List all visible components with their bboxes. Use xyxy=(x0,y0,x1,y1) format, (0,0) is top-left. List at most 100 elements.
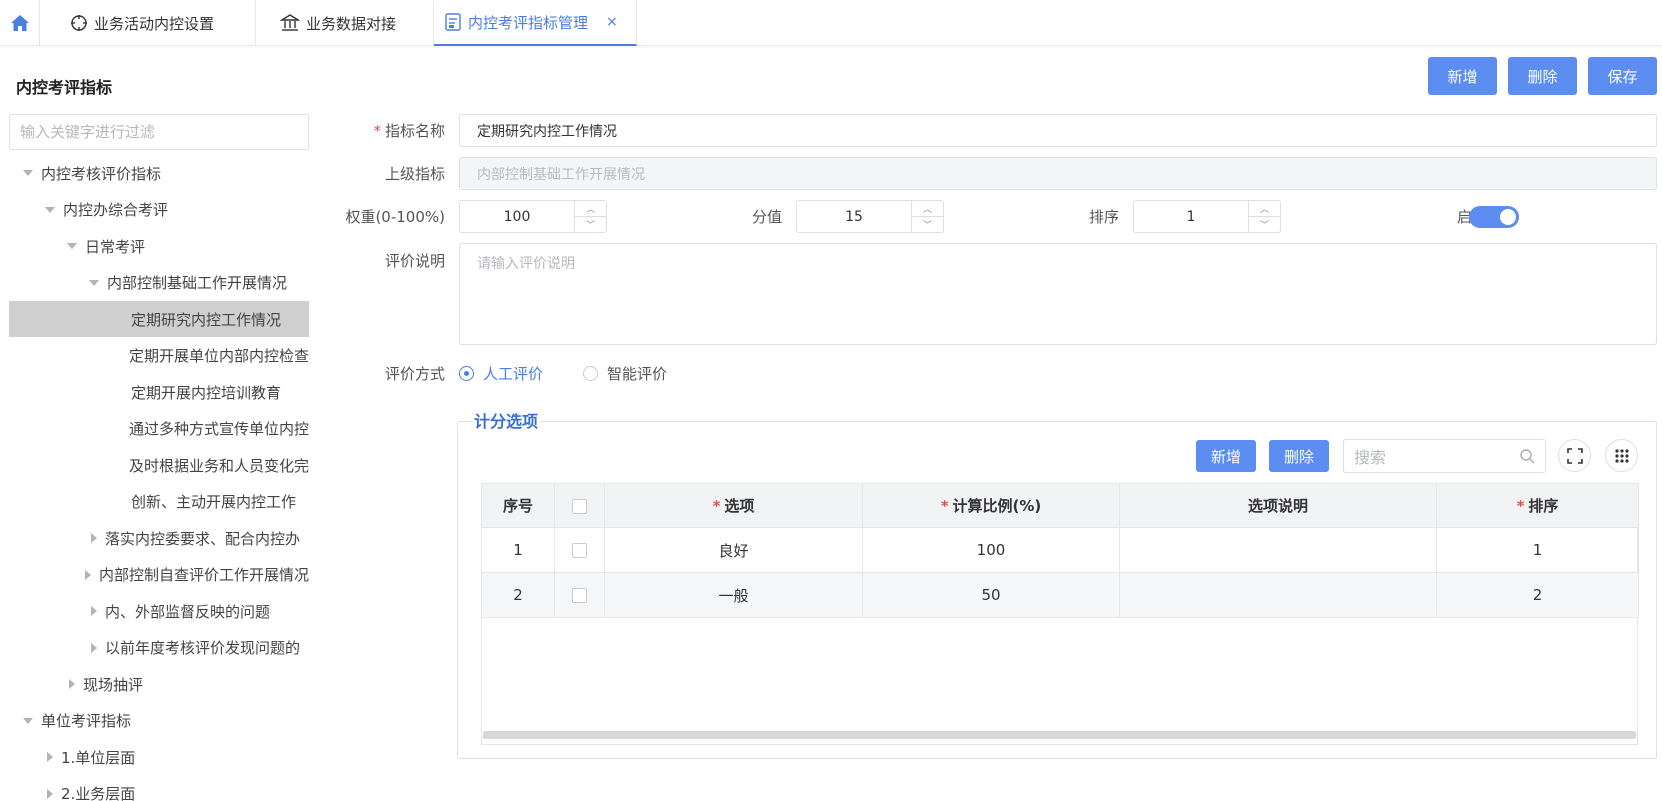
chevron-down-icon[interactable]: ﹀ xyxy=(575,217,606,232)
home-tab[interactable] xyxy=(0,0,40,46)
order-stepper[interactable]: 1 ︿ ﹀ xyxy=(1133,200,1281,233)
tree-node-label: 定期研究内控工作情况 xyxy=(131,310,282,329)
fullscreen-button[interactable] xyxy=(1558,439,1591,472)
caret-right-icon[interactable] xyxy=(69,679,75,689)
cell-order[interactable]: 1 xyxy=(1436,527,1639,573)
order-value: 1 xyxy=(1186,208,1196,225)
tree-node[interactable]: 内控办综合考评 xyxy=(9,192,309,228)
tree-node[interactable]: 定期研究内控工作情况 xyxy=(9,301,309,337)
tree-node-label: 以前年度考核评价发现问题的 xyxy=(105,639,301,657)
home-icon xyxy=(10,15,29,31)
weight-stepper[interactable]: 100 ︿ ﹀ xyxy=(459,200,607,233)
scoring-add-button[interactable]: 新增 xyxy=(1196,440,1256,472)
select-all-checkbox[interactable] xyxy=(572,498,587,514)
column-header-select xyxy=(554,483,605,528)
caret-down-icon[interactable] xyxy=(89,279,99,286)
tree-node-label: 日常考评 xyxy=(85,237,146,256)
caret-right-icon[interactable] xyxy=(84,569,91,580)
chevron-up-icon[interactable]: ︿ xyxy=(912,201,943,217)
row-checkbox[interactable] xyxy=(572,543,587,558)
sidebar-title: 内控考评指标 xyxy=(16,78,113,97)
tab-business-activity-settings[interactable]: 业务活动内控设置 xyxy=(60,0,256,46)
chevron-up-icon[interactable]: ︿ xyxy=(575,201,606,217)
caret-down-icon[interactable] xyxy=(67,243,77,249)
caret-right-icon[interactable] xyxy=(91,606,97,616)
cell-ratio[interactable]: 50 xyxy=(862,572,1120,618)
report-icon xyxy=(445,13,461,31)
scoring-options-table: 序号 * 选项 * 计算比例(%) 选项说明 * 排序 1 良好 100 1 2 一般… xyxy=(481,483,1639,618)
search-icon xyxy=(1520,448,1535,463)
scoring-search-input[interactable]: 搜索 xyxy=(1343,439,1546,473)
fullscreen-icon xyxy=(1566,447,1583,464)
tree-node[interactable]: 创新、主动开展内控工作 xyxy=(9,484,309,520)
tree-node[interactable]: 内控考核评价指标 xyxy=(9,155,309,191)
radio-dot xyxy=(459,366,474,381)
tree-node[interactable]: 内部控制基础工作开展情况 xyxy=(9,265,309,301)
cell-select xyxy=(554,572,605,618)
tree-node[interactable]: 2.业务层面 xyxy=(9,776,309,801)
weight-label: 权重(0-100%) xyxy=(345,208,445,226)
cell-description[interactable] xyxy=(1119,572,1437,618)
tree-node-label: 内、外部监督反映的问题 xyxy=(105,602,271,621)
tree-node-label: 定期开展单位内部内控检查 xyxy=(128,347,309,365)
tree-node[interactable]: 现场抽评 xyxy=(9,666,309,702)
cell-option[interactable]: 良好 xyxy=(604,527,863,573)
tree-node[interactable]: 以前年度考核评价发现问题的 xyxy=(9,630,309,666)
caret-down-icon[interactable] xyxy=(23,717,33,724)
toggle-knob xyxy=(1500,209,1516,225)
chevron-up-icon[interactable]: ︿ xyxy=(1249,201,1280,217)
score-stepper[interactable]: 15 ︿ ﹀ xyxy=(796,200,944,233)
tree-node[interactable]: 内部控制自查评价工作开展情况 xyxy=(9,557,309,593)
table-row[interactable]: 1 良好 100 1 xyxy=(481,527,1639,573)
cell-ratio[interactable]: 100 xyxy=(862,527,1120,573)
caret-right-icon[interactable] xyxy=(47,788,53,799)
tab-bar: 业务活动内控设置 业务数据对接 内控考评指标管理 × xyxy=(0,0,1662,46)
chevron-down-icon[interactable]: ﹀ xyxy=(912,217,943,232)
horizontal-scrollbar[interactable] xyxy=(483,731,1636,739)
chevron-down-icon[interactable]: ﹀ xyxy=(1249,217,1280,232)
cell-option[interactable]: 一般 xyxy=(604,572,863,618)
caret-down-icon[interactable] xyxy=(23,170,33,176)
bank-icon xyxy=(280,14,300,31)
name-input[interactable]: 定期研究内控工作情况 xyxy=(459,114,1657,147)
tree-node-label: 单位考评指标 xyxy=(41,712,132,730)
tree-node-label: 2.业务层面 xyxy=(61,785,136,801)
tree-node-label: 定期开展内控培训教育 xyxy=(131,383,282,402)
tree-node[interactable]: 日常考评 xyxy=(9,228,309,264)
add-button[interactable]: 新增 xyxy=(1428,57,1497,95)
column-settings-button[interactable] xyxy=(1605,439,1638,472)
weight-value: 100 xyxy=(503,208,531,225)
cell-description[interactable] xyxy=(1119,527,1437,573)
tree-node[interactable]: 内、外部监督反映的问题 xyxy=(9,593,309,629)
scoring-delete-button[interactable]: 删除 xyxy=(1269,440,1329,472)
tree-node[interactable]: 落实内控委要求、配合内控办 xyxy=(9,520,309,556)
tree-node-label: 落实内控委要求、配合内控办 xyxy=(105,529,301,548)
row-checkbox[interactable] xyxy=(572,588,587,603)
tree-node[interactable]: 定期开展单位内部内控检查 xyxy=(9,338,309,374)
tree-node[interactable]: 通过多种方式宣传单位内控 xyxy=(9,411,309,447)
close-icon[interactable]: × xyxy=(606,14,618,30)
index-tree: 内控考核评价指标 内控办综合考评日常考评内部控制基础工作开展情况定期研究内控工作情… xyxy=(9,155,309,801)
delete-button[interactable]: 删除 xyxy=(1508,57,1577,95)
column-header-description: 选项说明 xyxy=(1119,483,1437,528)
tab-business-data-integration[interactable]: 业务数据对接 xyxy=(270,0,434,46)
tab-evaluation-index-management[interactable]: 内控考评指标管理 × xyxy=(434,0,637,46)
caret-right-icon[interactable] xyxy=(91,642,97,653)
tree-node[interactable]: 定期开展内控培训教育 xyxy=(9,374,309,410)
tree-node[interactable]: 1.单位层面 xyxy=(9,739,309,775)
tab-label: 内控考评指标管理 xyxy=(468,13,589,32)
caret-down-icon[interactable] xyxy=(45,206,55,213)
tree-node-label: 内部控制自查评价工作开展情况 xyxy=(98,566,309,584)
radio-manual-evaluation[interactable]: 人工评价 xyxy=(459,363,543,384)
description-textarea[interactable]: 请输入评价说明 xyxy=(459,243,1657,345)
enable-toggle[interactable] xyxy=(1469,206,1519,228)
tree-filter-input[interactable] xyxy=(9,114,309,150)
caret-right-icon[interactable] xyxy=(47,752,53,762)
tree-node[interactable]: 及时根据业务和人员变化完 xyxy=(9,447,309,483)
save-button[interactable]: 保存 xyxy=(1588,57,1657,95)
radio-smart-evaluation[interactable]: 智能评价 xyxy=(583,363,667,384)
cell-order[interactable]: 2 xyxy=(1436,572,1639,618)
tree-node[interactable]: 单位考评指标 xyxy=(9,703,309,739)
table-row[interactable]: 2 一般 50 2 xyxy=(481,572,1639,618)
caret-right-icon[interactable] xyxy=(91,533,97,543)
